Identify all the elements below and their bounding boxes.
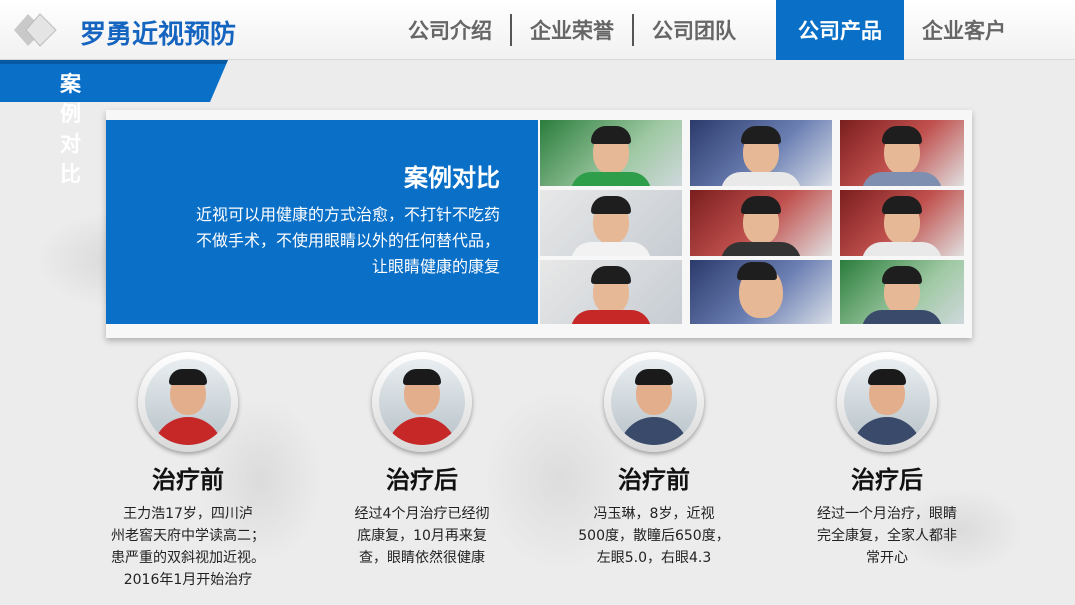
- case-line: 2016年1月开始治疗: [123, 572, 253, 588]
- case-photo: [690, 260, 832, 324]
- case-line: 王力浩17岁，四川泸: [123, 506, 253, 522]
- banner-line: 不做手术，不使用眼睛以外的任何替代品，: [195, 231, 500, 250]
- case-line: 冯玉琳，8岁，近视: [593, 506, 715, 522]
- case-card: 治疗前 冯玉琳，8岁，近视 500度，散瞳后650度， 左眼5.0，右眼4.3: [559, 352, 749, 569]
- case-card: 治疗前 王力浩17岁，四川泸 州老窖天府中学读高二； 患严重的双斜视加近视。 2…: [93, 352, 283, 591]
- banner-line: 让眼睛健康的康复: [371, 257, 500, 276]
- case-line: 左眼5.0，右眼4.3: [596, 550, 712, 566]
- case-photo: [840, 260, 964, 324]
- case-photo: [840, 120, 964, 186]
- section-title: 案例对比: [60, 72, 81, 186]
- case-description: 经过一个月治疗，眼睛 完全康复，全家人都非 常开心: [792, 503, 982, 569]
- case-photo: [690, 190, 832, 256]
- brand-title: 罗勇近视预防: [80, 20, 237, 50]
- case-line: 患严重的双斜视加近视。: [111, 550, 265, 566]
- case-title: 治疗后: [386, 466, 458, 494]
- case-line: 经过4个月治疗已经彻: [354, 506, 490, 522]
- case-card: 治疗后 经过一个月治疗，眼睛 完全康复，全家人都非 常开心: [792, 352, 982, 569]
- case-line: 完全康复，全家人都非: [817, 528, 957, 544]
- avatar: [604, 352, 704, 452]
- case-line: 500度，散瞳后650度，: [578, 528, 730, 544]
- case-line: 经过一个月治疗，眼睛: [817, 506, 957, 522]
- banner-title: 案例对比: [404, 164, 500, 192]
- case-photo: [540, 120, 682, 186]
- case-title: 治疗前: [618, 466, 690, 494]
- case-photo: [540, 190, 682, 256]
- case-line: 底康复，10月再来复: [357, 528, 487, 544]
- nav-item-honors[interactable]: 企业荣誉: [512, 0, 632, 60]
- avatar: [372, 352, 472, 452]
- case-photo: [840, 190, 964, 256]
- case-line: 查，眼睛依然很健康: [359, 550, 485, 566]
- case-title: 治疗前: [152, 466, 224, 494]
- case-line: 州老窖天府中学读高二；: [111, 528, 265, 544]
- case-description: 冯玉琳，8岁，近视 500度，散瞳后650度， 左眼5.0，右眼4.3: [559, 503, 749, 569]
- case-photo: [540, 260, 682, 324]
- nav-item-team[interactable]: 公司团队: [634, 0, 754, 60]
- case-card: 治疗后 经过4个月治疗已经彻 底康复，10月再来复 查，眼睛依然很健康: [327, 352, 517, 569]
- nav-item-company-intro[interactable]: 公司介绍: [390, 0, 510, 60]
- case-description: 王力浩17岁，四川泸 州老窖天府中学读高二； 患严重的双斜视加近视。 2016年…: [93, 503, 283, 591]
- nav-item-products[interactable]: 公司产品: [776, 0, 904, 60]
- avatar: [837, 352, 937, 452]
- main-nav: 公司介绍 企业荣誉 公司团队 公司产品 企业客户: [390, 0, 1024, 60]
- banner-panel: 案例对比 近视可以用健康的方式治愈，不打针不吃药 不做手术，不使用眼睛以外的任何…: [106, 120, 538, 324]
- banner-line: 近视可以用健康的方式治愈，不打针不吃药: [195, 205, 500, 224]
- avatar: [138, 352, 238, 452]
- nav-item-clients[interactable]: 企业客户: [904, 0, 1024, 60]
- logo-icon: [14, 12, 62, 48]
- case-description: 经过4个月治疗已经彻 底康复，10月再来复 查，眼睛依然很健康: [327, 503, 517, 569]
- case-photo: [690, 120, 832, 186]
- case-photo-grid: [540, 120, 964, 324]
- header: 罗勇近视预防 公司介绍 企业荣誉 公司团队 公司产品 企业客户: [0, 0, 1075, 60]
- case-line: 常开心: [866, 550, 908, 566]
- case-title: 治疗后: [851, 466, 923, 494]
- banner-description: 近视可以用健康的方式治愈，不打针不吃药 不做手术，不使用眼睛以外的任何替代品， …: [196, 202, 500, 280]
